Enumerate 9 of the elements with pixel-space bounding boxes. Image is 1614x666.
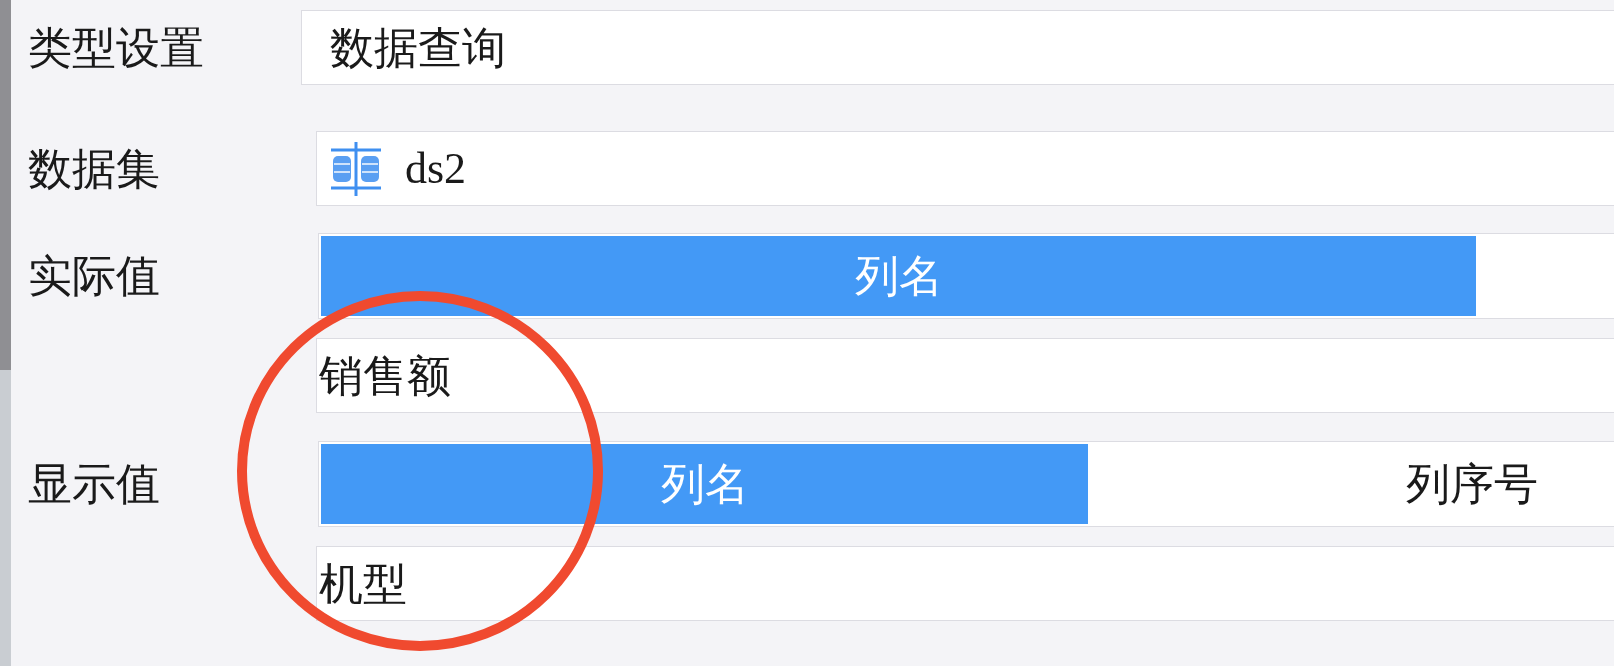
value-field[interactable]: 机型 bbox=[316, 546, 1614, 621]
dataset-icon bbox=[329, 141, 383, 196]
dataset-field[interactable]: ds2 bbox=[316, 131, 1614, 206]
value-field[interactable]: 销售额 bbox=[316, 338, 1614, 413]
field-label: 实际值 bbox=[28, 249, 160, 303]
field-label: 显示值 bbox=[28, 457, 160, 511]
type-field[interactable]: 数据查询 bbox=[301, 10, 1614, 85]
field-label: 数据集 bbox=[28, 141, 160, 196]
field-label: 类型设置 bbox=[28, 20, 204, 75]
